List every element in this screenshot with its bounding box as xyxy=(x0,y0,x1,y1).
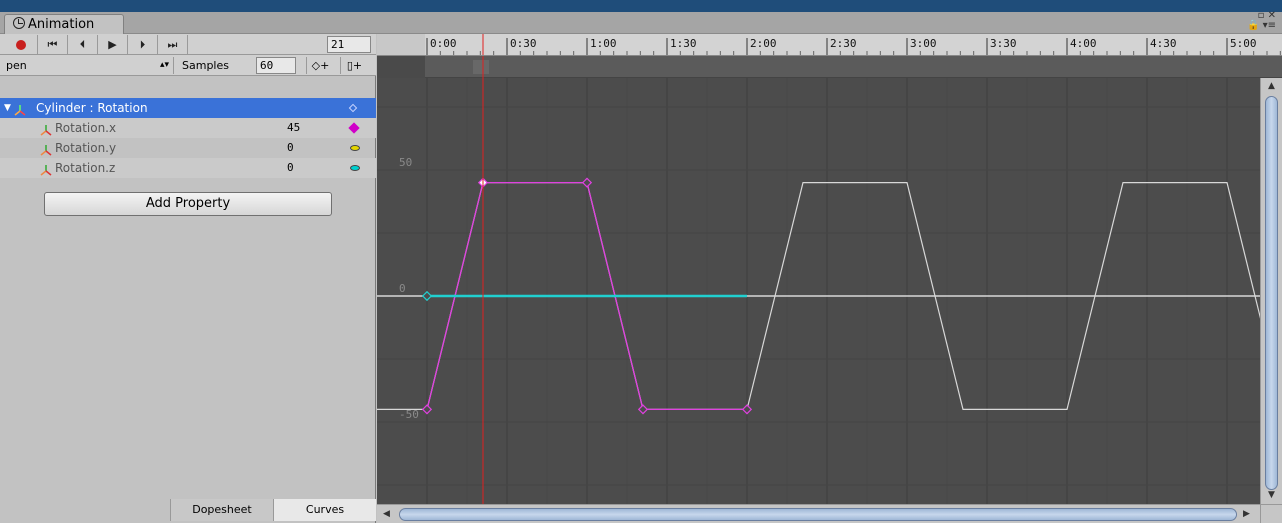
keyframe-rotation-z xyxy=(421,290,433,302)
ruler-tick-label: 3:00 xyxy=(910,37,937,50)
next-key-icon: ⏵ xyxy=(139,37,146,51)
record-button[interactable] xyxy=(4,35,38,54)
tab-curves[interactable]: Curves xyxy=(273,499,376,521)
ruler-tick-label: 5:00 xyxy=(1230,37,1257,50)
view-mode-tabs: Dopesheet Curves xyxy=(170,499,376,521)
record-icon xyxy=(15,39,26,50)
samples-field[interactable]: 60 xyxy=(256,57,296,74)
ruler-tick-label: 1:00 xyxy=(590,37,617,50)
add-property-button[interactable]: Add Property xyxy=(44,192,332,216)
event-track[interactable] xyxy=(377,56,1282,78)
play-icon: ▶ xyxy=(108,38,117,51)
axis-icon xyxy=(40,161,52,181)
time-ruler[interactable]: 0:00 0:30 1:00 1:30 2:00 2:30 3:00 3:30 4:00 4:30… xyxy=(377,34,1282,56)
property-label: Rotation.z xyxy=(55,161,116,175)
clock-icon xyxy=(13,17,25,29)
key-oval-icon[interactable] xyxy=(350,165,360,171)
property-value[interactable]: 45 xyxy=(287,118,300,138)
property-value[interactable]: 0 xyxy=(287,158,294,178)
curve-plot[interactable]: 500-50 xyxy=(377,78,1260,504)
curve-editor: 0:00 0:30 1:00 1:30 2:00 2:30 3:00 3:30 4:00 4:30… xyxy=(377,34,1282,523)
next-key-button[interactable]: ⏵ xyxy=(128,35,158,54)
scroll-corner xyxy=(1260,504,1282,523)
ruler-tick-label: 4:00 xyxy=(1070,37,1097,50)
y-axis-label: 50 xyxy=(399,156,412,169)
property-row-rotation-z[interactable]: Rotation.z 0 xyxy=(0,158,376,178)
ruler-tick-label: 4:30 xyxy=(1150,37,1177,50)
y-axis-label: 0 xyxy=(399,282,406,295)
first-key-icon: ⏮ xyxy=(47,37,58,51)
scroll-left-icon[interactable]: ◀ xyxy=(383,509,390,519)
scroll-down-icon[interactable]: ▼ xyxy=(1268,490,1275,500)
samples-label: Samples xyxy=(182,59,229,72)
horizontal-scroll-thumb[interactable] xyxy=(399,508,1237,521)
property-list: ▼ Cylinder : Rotation Rotation.x 45 Rota… xyxy=(0,98,376,178)
clip-select[interactable]: pen ▴▾ xyxy=(4,57,174,74)
animation-window: Animation ▫ ✕ 🔒 ▾≡ ⏮ ⏴ ▶ ⏵ ⏭ 21 pen ▴▾ S… xyxy=(0,0,1282,523)
foldout-arrow-icon[interactable]: ▼ xyxy=(4,98,11,118)
ruler-tick-label: 2:00 xyxy=(750,37,777,50)
first-key-button[interactable]: ⏮ xyxy=(38,35,68,54)
play-button[interactable]: ▶ xyxy=(98,35,128,54)
curve-canvas[interactable]: 50 0 -50 xyxy=(377,78,1260,504)
prev-key-icon: ⏴ xyxy=(79,37,86,51)
keyframe-rotation-x xyxy=(421,404,433,415)
property-group-label: Cylinder : Rotation xyxy=(36,101,148,115)
property-label: Rotation.y xyxy=(55,141,117,155)
lock-menu-icons[interactable]: 🔒 ▾≡ xyxy=(1247,21,1276,31)
scroll-right-icon[interactable]: ▶ xyxy=(1243,509,1250,519)
keyframe-rotation-x xyxy=(581,177,593,188)
playback-toolbar: ⏮ ⏴ ▶ ⏵ ⏭ 21 xyxy=(0,34,376,55)
key-diamond-icon[interactable] xyxy=(348,122,360,134)
clip-name: pen xyxy=(6,59,27,72)
ruler-gutter xyxy=(377,34,425,55)
event-gutter xyxy=(377,56,425,78)
frame-field[interactable]: 21 xyxy=(327,36,371,53)
keyframe-rotation-x xyxy=(637,404,649,415)
animation-tab-label: Animation xyxy=(28,17,95,32)
add-keyframe-button[interactable]: ◇+ xyxy=(306,57,334,74)
property-row-rotation-y[interactable]: Rotation.y 0 xyxy=(0,138,376,158)
hierarchy-panel: ⏮ ⏴ ▶ ⏵ ⏭ 21 pen ▴▾ Samples 60 ◇+ ▯+ ▼ C… xyxy=(0,34,376,523)
scroll-up-icon[interactable]: ▲ xyxy=(1268,81,1275,91)
horizontal-scrollbar[interactable]: ◀ ▶ xyxy=(377,504,1260,523)
clip-toolbar: pen ▴▾ Samples 60 ◇+ ▯+ xyxy=(0,55,376,76)
vertical-scrollbar[interactable]: ▲ ▼ xyxy=(1260,78,1282,504)
animation-tab[interactable]: Animation xyxy=(4,14,124,35)
vertical-scroll-thumb[interactable] xyxy=(1265,96,1278,490)
ruler-tick-label: 2:30 xyxy=(830,37,857,50)
desktop-strip xyxy=(0,0,1282,12)
ruler-tick-label: 0:00 xyxy=(430,37,457,50)
keyframe-rotation-x xyxy=(741,404,753,415)
tab-dopesheet[interactable]: Dopesheet xyxy=(170,499,273,521)
property-label: Rotation.x xyxy=(55,121,117,135)
property-row-rotation-x[interactable]: Rotation.x 45 xyxy=(0,118,376,138)
ruler-tick-label: 1:30 xyxy=(670,37,697,50)
ruler-tick-label: 3:30 xyxy=(990,37,1017,50)
group-key-icon[interactable] xyxy=(348,103,358,113)
tab-bar: Animation ▫ ✕ 🔒 ▾≡ xyxy=(0,11,1282,35)
time-ruler-ticks: 0:00 0:30 1:00 1:30 2:00 2:30 3:00 3:30 4:00 4:30… xyxy=(377,34,1281,55)
event-marker xyxy=(473,60,489,74)
property-group-row[interactable]: ▼ Cylinder : Rotation xyxy=(0,98,376,118)
ruler-tick-label: 0:30 xyxy=(510,37,537,50)
key-oval-icon[interactable] xyxy=(350,145,360,151)
window-controls[interactable]: ▫ ✕ 🔒 ▾≡ xyxy=(1247,11,1276,31)
property-value[interactable]: 0 xyxy=(287,138,294,158)
event-track-svg xyxy=(377,56,489,78)
select-arrows-icon: ▴▾ xyxy=(159,60,169,70)
last-key-button[interactable]: ⏭ xyxy=(158,35,188,54)
last-key-icon: ⏭ xyxy=(167,37,178,51)
prev-key-button[interactable]: ⏴ xyxy=(68,35,98,54)
add-event-button[interactable]: ▯+ xyxy=(340,57,368,74)
